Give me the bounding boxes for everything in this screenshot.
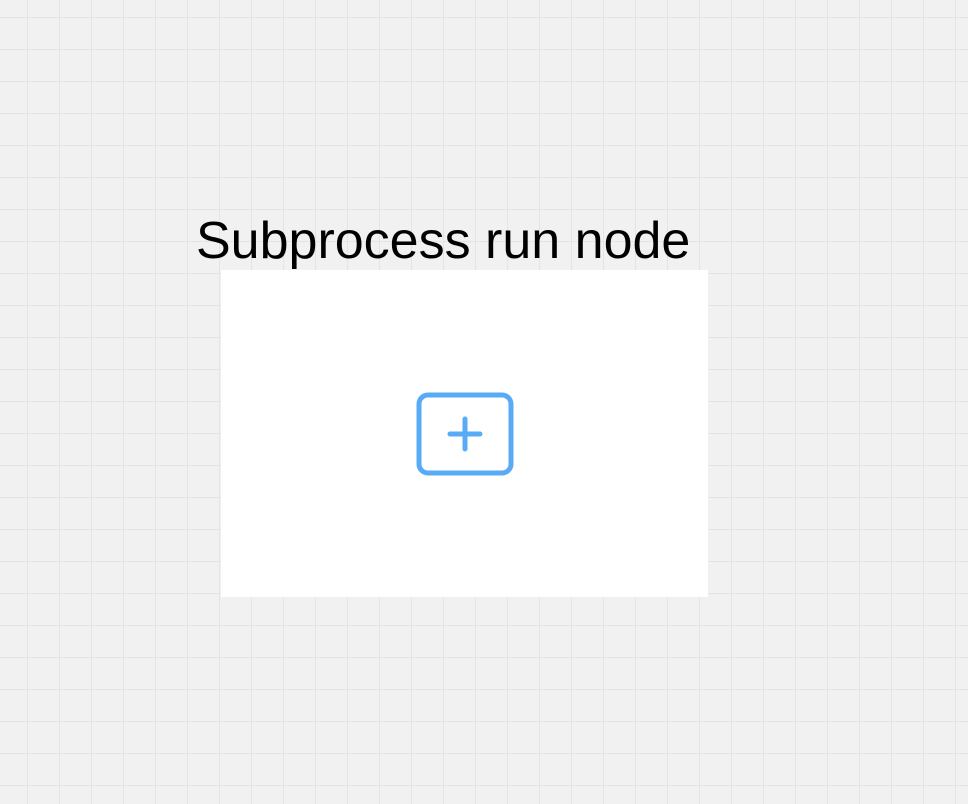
subprocess-node[interactable] (221, 270, 708, 597)
node-title: Subprocess run node (196, 212, 691, 270)
plus-square-icon (416, 392, 514, 476)
expand-subprocess-button[interactable] (416, 392, 514, 476)
diagram-canvas[interactable]: Subprocess run node (0, 0, 968, 804)
